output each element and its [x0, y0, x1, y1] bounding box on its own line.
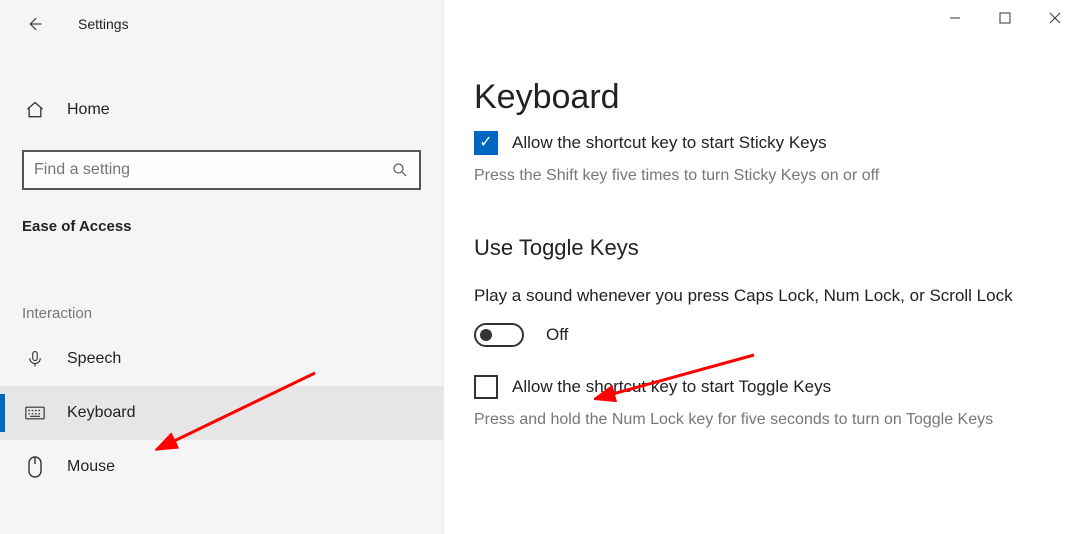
minimize-button[interactable]: [930, 0, 980, 36]
search-input[interactable]: [34, 161, 391, 179]
toggle-keys-description: Play a sound whenever you press Caps Loc…: [474, 283, 1050, 309]
sidebar-item-mouse[interactable]: Mouse: [0, 440, 443, 494]
home-label: Home: [67, 101, 110, 119]
sidebar-item-label: Keyboard: [67, 404, 136, 422]
back-arrow-icon: [25, 15, 43, 33]
sticky-keys-help: Press the Shift key five times to turn S…: [474, 165, 1050, 187]
maximize-icon: [999, 12, 1011, 24]
nav-home[interactable]: Home: [0, 88, 443, 132]
toggle-shortcut-checkbox-row: Allow the shortcut key to start Toggle K…: [474, 375, 1050, 399]
main-content: Keyboard ✓ Allow the shortcut key to sta…: [444, 0, 1080, 534]
sidebar-item-speech[interactable]: Speech: [0, 332, 443, 386]
toggle-keys-toggle-row: Off: [474, 323, 1050, 347]
toggle-shortcut-help: Press and hold the Num Lock key for five…: [474, 409, 1050, 431]
sidebar-item-label: Speech: [67, 350, 121, 368]
toggle-shortcut-checkbox[interactable]: [474, 375, 498, 399]
microphone-icon: [25, 349, 45, 369]
maximize-button[interactable]: [980, 0, 1030, 36]
window-title: Settings: [78, 16, 129, 32]
sticky-keys-checkbox[interactable]: ✓: [474, 131, 498, 155]
toggle-keys-heading: Use Toggle Keys: [474, 235, 1050, 261]
home-icon: [25, 100, 45, 120]
toggle-keys-switch[interactable]: [474, 323, 524, 347]
section-title: Ease of Access: [22, 218, 443, 235]
search-box[interactable]: [22, 150, 421, 190]
sticky-keys-checkbox-row: ✓ Allow the shortcut key to start Sticky…: [474, 131, 1050, 155]
toggle-shortcut-label: Allow the shortcut key to start Toggle K…: [512, 377, 831, 397]
group-title: Interaction: [22, 305, 443, 322]
close-icon: [1049, 12, 1061, 24]
toggle-knob: [480, 329, 492, 341]
sidebar-item-label: Mouse: [67, 458, 115, 476]
keyboard-icon: [25, 403, 45, 423]
back-button[interactable]: [20, 10, 48, 38]
sidebar-item-keyboard[interactable]: Keyboard: [0, 386, 443, 440]
window-controls: [930, 0, 1080, 36]
search-icon: [391, 161, 409, 179]
sticky-keys-label: Allow the shortcut key to start Sticky K…: [512, 133, 827, 153]
page-heading: Keyboard: [474, 78, 1050, 117]
sidebar: Settings Home Ease of Access Interaction…: [0, 0, 444, 534]
titlebar-left: Settings: [0, 0, 443, 48]
minimize-icon: [949, 12, 961, 24]
mouse-icon: [25, 457, 45, 477]
toggle-state-label: Off: [546, 325, 568, 345]
checkmark-icon: ✓: [479, 135, 492, 151]
close-button[interactable]: [1030, 0, 1080, 36]
